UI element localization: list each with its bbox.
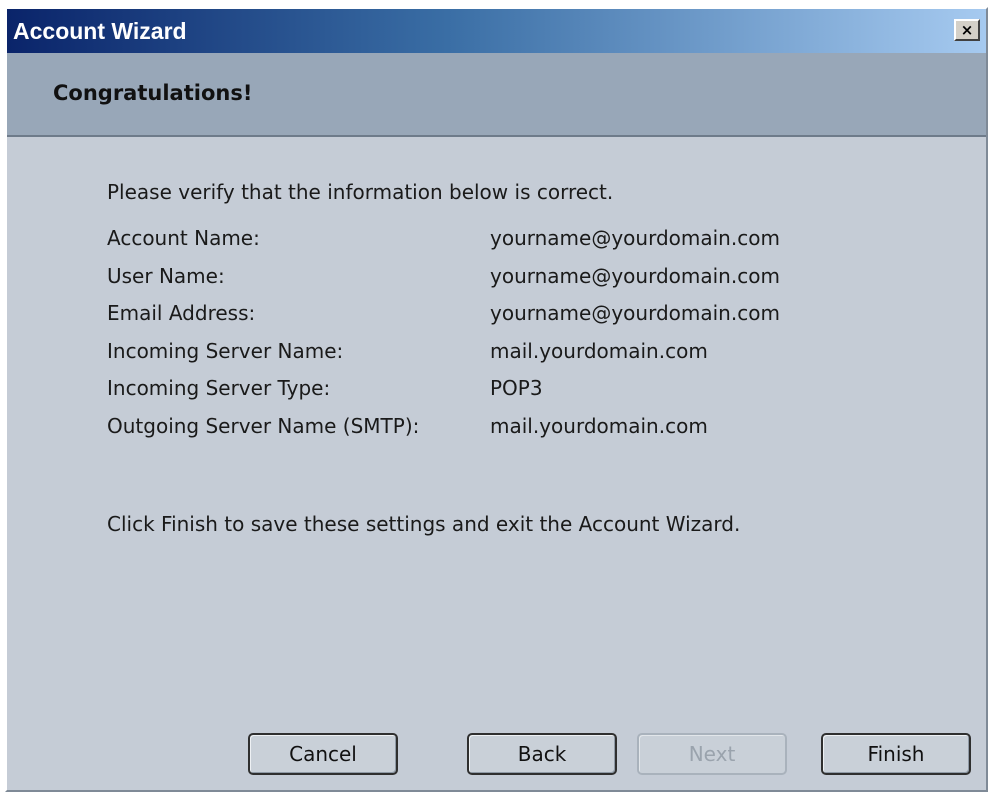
- finish-button[interactable]: Finish: [821, 733, 971, 775]
- info-row-email-address: Email Address: yourname@yourdomain.com: [107, 300, 947, 338]
- next-button: Next: [637, 733, 787, 775]
- title-bar[interactable]: Account Wizard ×: [7, 9, 986, 53]
- info-label: Account Name:: [107, 226, 260, 250]
- window-title: Account Wizard: [13, 18, 187, 44]
- info-value: yourname@yourdomain.com: [490, 263, 780, 288]
- back-button[interactable]: Back: [467, 733, 617, 775]
- info-value: mail.yourdomain.com: [490, 413, 708, 438]
- info-label: Incoming Server Name:: [107, 338, 344, 363]
- info-row-outgoing-server-name: Outgoing Server Name (SMTP): mail.yourdo…: [107, 413, 947, 451]
- info-value: POP3: [490, 376, 543, 400]
- close-icon: ×: [960, 20, 974, 39]
- account-wizard-window: Account Wizard × Congratulations! Please…: [5, 7, 988, 792]
- info-row-incoming-server-name: Incoming Server Name: mail.yourdomain.co…: [107, 338, 947, 376]
- page-title: Congratulations!: [53, 81, 253, 105]
- info-row-incoming-server-type: Incoming Server Type: POP3: [107, 375, 947, 413]
- summary-content: Please verify that the information below…: [107, 179, 947, 450]
- close-button[interactable]: ×: [954, 19, 980, 41]
- finish-instructions: Click Finish to save these settings and …: [107, 512, 741, 536]
- wizard-header: Congratulations!: [7, 53, 986, 137]
- info-label: Incoming Server Type:: [107, 376, 331, 400]
- info-label: User Name:: [107, 263, 225, 288]
- info-row-account-name: Account Name: yourname@yourdomain.com: [107, 225, 947, 263]
- intro-text: Please verify that the information below…: [107, 180, 614, 204]
- info-value: yourname@yourdomain.com: [490, 301, 780, 325]
- cancel-button[interactable]: Cancel: [248, 733, 398, 775]
- info-value: mail.yourdomain.com: [490, 338, 708, 363]
- info-row-user-name: User Name: yourname@yourdomain.com: [107, 263, 947, 301]
- account-info-table: Account Name: yourname@yourdomain.com Us…: [107, 225, 947, 450]
- info-value: yourname@yourdomain.com: [490, 226, 780, 250]
- info-label: Outgoing Server Name (SMTP):: [107, 413, 420, 438]
- info-label: Email Address:: [107, 301, 256, 325]
